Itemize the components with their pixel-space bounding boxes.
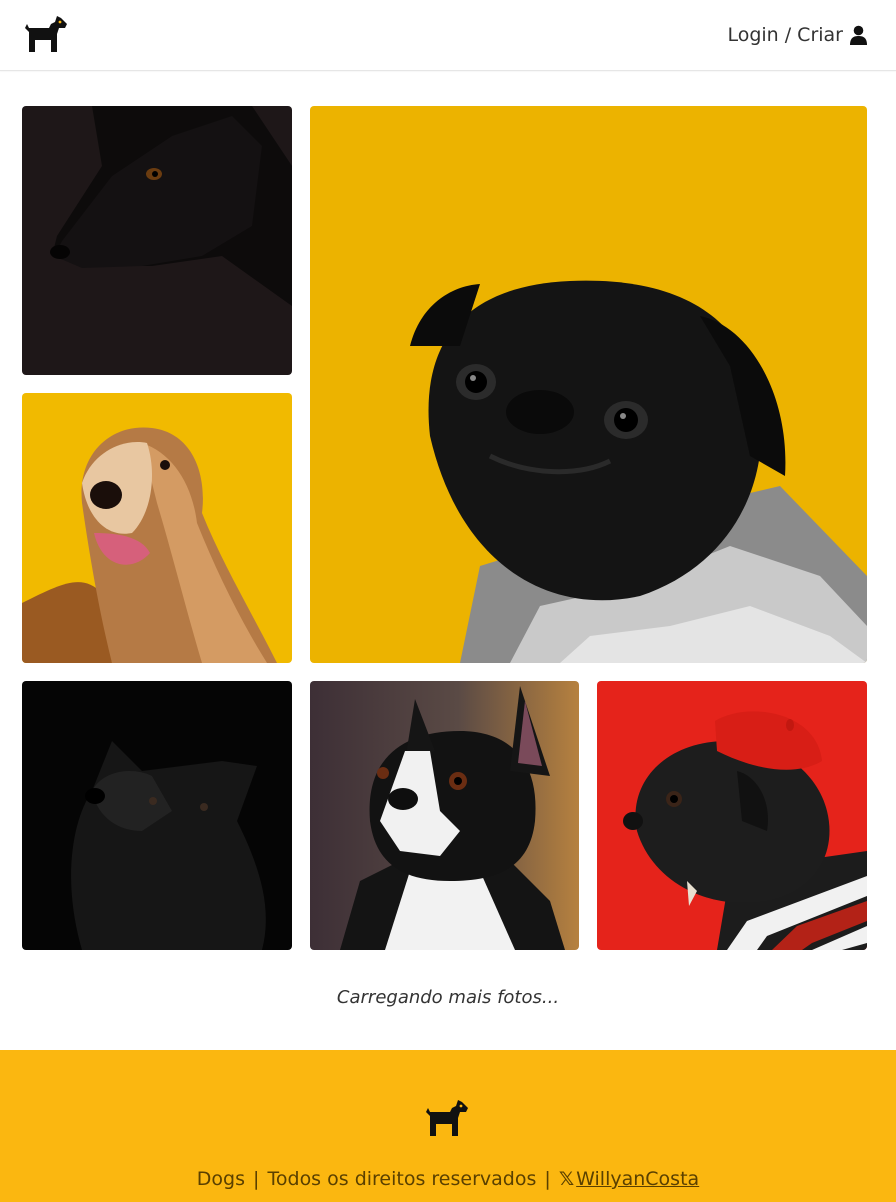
footer-copyright: Dogs | Todos os direitos reservados | 𝕏W… [196, 1168, 700, 1190]
photo-black-fluffy-dog[interactable] [22, 681, 292, 950]
dog-logo-icon[interactable] [21, 14, 67, 54]
site-footer: Dogs | Todos os direitos reservados | 𝕏W… [0, 1050, 896, 1202]
author-social-label: WillyanCosta [576, 1168, 700, 1190]
login-create-link[interactable]: Login / Criar [727, 22, 868, 48]
footer-brand: Dogs [196, 1168, 246, 1190]
x-icon: 𝕏 [558, 1168, 575, 1190]
footer-rights: Todos os direitos reservados [267, 1168, 537, 1190]
author-social-link[interactable]: 𝕏 WillyanCosta [559, 1168, 699, 1190]
photo-afghan-hound[interactable] [22, 393, 292, 663]
photo-black-dog-profile[interactable] [22, 106, 292, 375]
photo-black-pug-yellow[interactable] [310, 106, 867, 663]
photo-pug-beret[interactable] [597, 681, 867, 950]
user-icon [849, 25, 868, 45]
dog-logo-icon [422, 1098, 468, 1138]
photo-feed [22, 106, 867, 950]
login-label: Login / Criar [727, 24, 843, 46]
photo-boston-terrier[interactable] [310, 681, 579, 950]
loading-more-text: Carregando mais fotos... [336, 987, 560, 1008]
site-header: Login / Criar [0, 0, 896, 71]
